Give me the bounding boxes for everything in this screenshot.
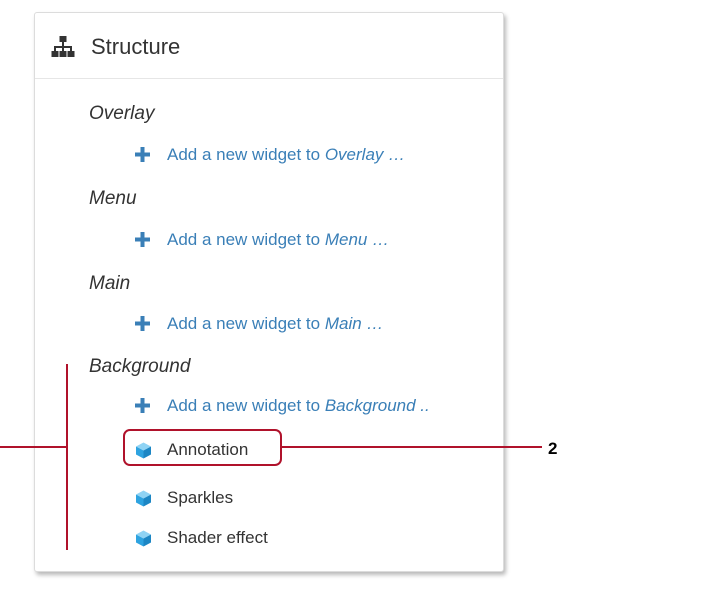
- panel-title: Structure: [91, 34, 181, 59]
- sitemap-icon: [51, 36, 75, 57]
- section-title-background: Background: [89, 356, 191, 377]
- background-group-bracket: [66, 364, 68, 550]
- cube-icon: [136, 490, 151, 507]
- structure-panel: Structure Overlay Add a new widget to Ov…: [34, 12, 504, 572]
- screenshot-canvas: Structure Overlay Add a new widget to Ov…: [0, 0, 704, 598]
- background-group-leader-line: [0, 446, 67, 448]
- annotation-leader-line: [282, 446, 542, 448]
- callout-number-2: 2: [548, 439, 558, 458]
- cube-icon: [136, 530, 151, 547]
- annotation-highlight-box: [123, 429, 282, 466]
- plus-icon: [135, 398, 150, 413]
- section-title-menu: Menu: [89, 188, 137, 209]
- panel-header: Structure: [35, 13, 503, 79]
- plus-icon: [135, 316, 150, 331]
- section-title-overlay: Overlay: [89, 103, 155, 124]
- section-title-main: Main: [89, 273, 131, 294]
- plus-icon: [135, 232, 150, 247]
- plus-icon: [135, 147, 150, 162]
